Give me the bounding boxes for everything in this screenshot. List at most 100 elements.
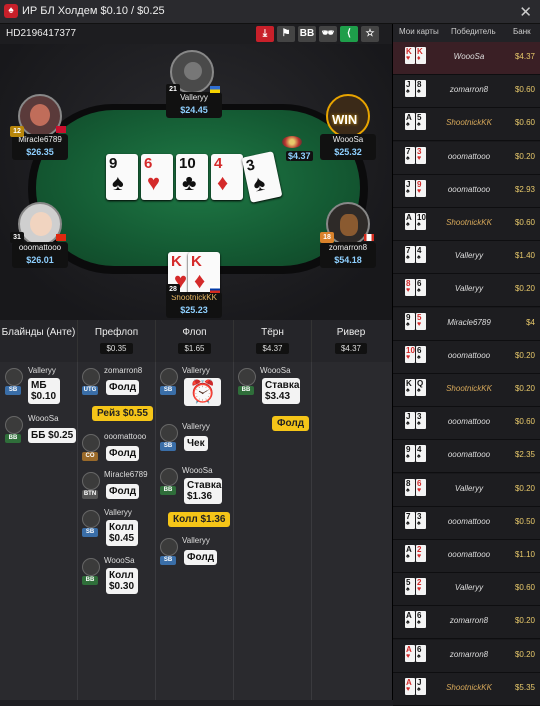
avatar bbox=[160, 538, 178, 556]
mini-card: 10 ♥ bbox=[405, 345, 415, 363]
avatar bbox=[160, 468, 178, 486]
star-icon[interactable]: ☆ bbox=[361, 26, 379, 42]
history-row[interactable]: 9 ♠ 4 ♠ ooomattooo $2.35 bbox=[393, 440, 540, 474]
level-badge: 18 bbox=[320, 232, 334, 243]
history-row[interactable]: A ♠ 6 ♠ zomarron8 $0.20 bbox=[393, 606, 540, 640]
seat-plate-woosa[interactable]: WoooSa $25.32 bbox=[320, 134, 376, 160]
player-name: WoooSa bbox=[104, 556, 135, 565]
mini-card: 4 ♠ bbox=[416, 445, 426, 463]
history-row[interactable]: 8 ♥ 6 ♠ Valleryy $0.20 bbox=[393, 274, 540, 308]
history-pot: $0.20 bbox=[514, 151, 535, 161]
history-row[interactable]: 7 ♠ 4 ♠ Valleryy $1.40 bbox=[393, 241, 540, 275]
china-flag-icon bbox=[56, 234, 66, 241]
mini-card: 2 ♥ bbox=[416, 578, 426, 596]
bb-icon[interactable]: BB bbox=[298, 26, 316, 42]
mini-card: J ♠ bbox=[405, 80, 415, 98]
mini-card: 3 ♠ bbox=[416, 511, 426, 529]
action-bubble: Фолд bbox=[106, 446, 140, 461]
position-badge: SB bbox=[160, 386, 176, 395]
history-row[interactable]: K ♥ K ♦ WoooSa $4.37 bbox=[393, 42, 540, 75]
history-row[interactable]: A ♠ 5 ♠ ShootnickKK $0.60 bbox=[393, 108, 540, 142]
seat-plate-ooomattooo[interactable]: ooomattooo $26.01 bbox=[12, 242, 68, 268]
seat-plate-miracle6789[interactable]: Miracle6789 $26.35 bbox=[12, 134, 68, 160]
history-winner: Valleryy bbox=[454, 284, 484, 294]
history-row[interactable]: A ♠ 10 ♠ ShootnickKK $0.60 bbox=[393, 208, 540, 241]
history-row[interactable]: 7 ♠ 3 ♥ ooomattooo $0.20 bbox=[393, 141, 540, 175]
level-badge: 12 bbox=[10, 126, 24, 137]
spy-icon[interactable]: 🕶 bbox=[319, 26, 337, 42]
history-row[interactable]: A ♥ J ♠ ShootnickKK $5.35 bbox=[393, 672, 540, 706]
seat-plate-shootnickkk[interactable]: ShootnickKK $25.23 bbox=[166, 292, 222, 318]
history-winner: zomarron8 bbox=[449, 649, 489, 659]
street-preflop: Префлоп $0.35 bbox=[78, 320, 156, 362]
hand-id: HD2196417377 bbox=[6, 28, 77, 39]
history-pot: $2.35 bbox=[514, 450, 535, 460]
mini-card: 6 ♠ bbox=[416, 279, 426, 297]
mini-card: 3 ♠ bbox=[416, 412, 426, 430]
mini-card: 7 ♠ bbox=[405, 146, 415, 164]
mini-card: 2 ♥ bbox=[416, 545, 426, 562]
history-pot: $0.20 bbox=[514, 649, 535, 659]
player-name: ooomattooo bbox=[104, 432, 147, 441]
mini-card: 8 ♥ bbox=[405, 279, 415, 297]
history-winner: ooomattooo bbox=[447, 450, 491, 460]
history-row[interactable]: 10 ♥ 6 ♠ ooomattooo $0.20 bbox=[393, 340, 540, 374]
mini-card: 10 ♠ bbox=[416, 213, 426, 230]
share-icon[interactable]: ⟨ bbox=[340, 26, 358, 42]
raise-bubble: Рейз $0.55 bbox=[92, 406, 153, 421]
hand-header: HD2196417377 ⤓ ⚑ BB 🕶 ⟨ ☆ bbox=[0, 24, 392, 44]
history-row[interactable]: 9 ♠ 5 ♥ Miracle6789 $4 bbox=[393, 307, 540, 341]
call-bubble: Колл $1.36 bbox=[168, 512, 231, 527]
mini-card: A ♠ bbox=[405, 611, 415, 629]
board-card: 4 ♦ bbox=[211, 154, 243, 200]
history-row[interactable]: A ♥ 6 ♠ zomarron8 $0.20 bbox=[393, 639, 540, 673]
history-row[interactable]: A ♠ 2 ♥ ooomattooo $1.10 bbox=[393, 540, 540, 573]
hand-history-panel: Мои карты Победитель Банк K ♥ K ♦ WoooSa $4.3… bbox=[392, 24, 540, 706]
avatar bbox=[82, 558, 100, 576]
ukraine-flag-icon bbox=[210, 86, 220, 93]
close-icon[interactable]: ✕ bbox=[519, 3, 532, 21]
action-bubble: Ставка $1.36 bbox=[184, 478, 222, 504]
history-row[interactable]: 7 ♠ 3 ♠ ooomattooo $0.50 bbox=[393, 506, 540, 540]
history-pot: $0.60 bbox=[514, 218, 535, 227]
history-pot: $0.20 bbox=[514, 350, 535, 360]
pot-amount: $4.37 bbox=[286, 151, 313, 161]
action-log: SB Valleryy МБ $0.10 BB WoooSa ББ $0.25 … bbox=[0, 362, 392, 700]
seat-plate-valleryy[interactable]: Valleryy $24.45 bbox=[166, 92, 222, 118]
mini-card: 6 ♠ bbox=[416, 611, 426, 629]
mini-card: Q ♠ bbox=[416, 379, 426, 396]
mini-card: A ♠ bbox=[405, 213, 415, 230]
history-pot: $0.20 bbox=[514, 384, 535, 393]
history-row[interactable]: J ♠ 8 ♠ zomarron8 $0.60 bbox=[393, 75, 540, 109]
history-pot: $4 bbox=[526, 317, 535, 327]
level-badge: 21 bbox=[166, 84, 180, 95]
history-pot: $0.20 bbox=[514, 616, 535, 626]
player-name: Miracle6789 bbox=[104, 470, 148, 479]
history-row[interactable]: J ♠ 3 ♠ ooomattooo $0.60 bbox=[393, 407, 540, 441]
history-pot: $0.20 bbox=[514, 483, 535, 493]
history-row[interactable]: 5 ♠ 2 ♥ Valleryy $0.60 bbox=[393, 573, 540, 607]
board-card: 6 ♥ bbox=[141, 154, 173, 200]
history-row[interactable]: 8 ♠ 6 ♥ Valleryy $0.20 bbox=[393, 473, 540, 507]
street-blinds: Блайнды (Анте) bbox=[0, 320, 78, 362]
seat-plate-zomarron8[interactable]: zomarron8 $54.18 bbox=[320, 242, 376, 268]
flag-icon[interactable]: ⚑ bbox=[277, 26, 295, 42]
level-badge: 28 bbox=[166, 284, 180, 295]
position-badge: BB bbox=[160, 486, 176, 495]
avatar bbox=[82, 510, 100, 528]
mini-card: A ♠ bbox=[405, 545, 415, 562]
download-icon[interactable]: ⤓ bbox=[256, 26, 274, 42]
history-winner: WoooSa bbox=[453, 52, 485, 61]
history-winner: ooomattooo bbox=[447, 350, 491, 360]
history-winner: ShootnickKK bbox=[446, 118, 492, 128]
history-winner: ooomattooo bbox=[447, 184, 491, 194]
history-row[interactable]: K ♠ Q ♠ ShootnickKK $0.20 bbox=[393, 374, 540, 407]
history-row[interactable]: J ♠ 9 ♥ ooomattooo $2.93 bbox=[393, 174, 540, 208]
mini-card: 4 ♠ bbox=[416, 246, 426, 264]
mini-card: 7 ♠ bbox=[405, 246, 415, 264]
avatar[interactable]: WIN bbox=[326, 94, 370, 138]
action-bubble: Колл $0.45 bbox=[106, 520, 138, 546]
poker-table: 9 ♠ 6 ♥ 10 ♣ 4 ♦ 3 ♠ $4.37 Valleryy $24.45 21 … bbox=[0, 44, 392, 320]
history-winner: Miracle6789 bbox=[447, 317, 491, 327]
mini-card: 9 ♥ bbox=[416, 179, 426, 197]
